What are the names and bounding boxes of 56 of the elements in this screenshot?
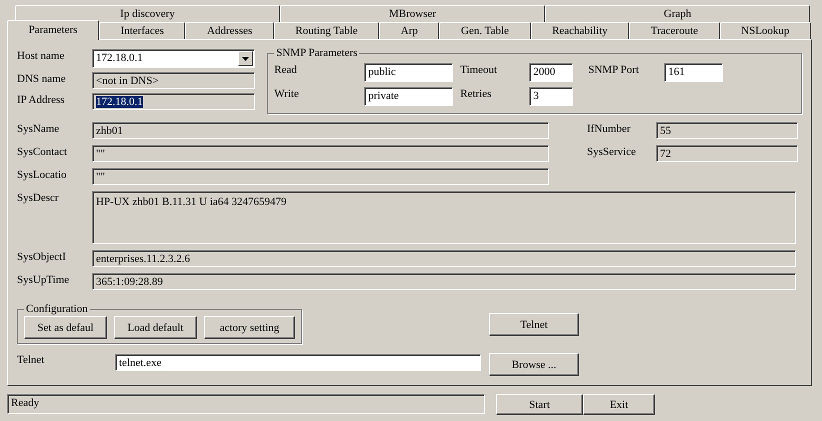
input-field[interactable]: 3 <box>529 87 574 106</box>
tab[interactable]: Gen. Table <box>439 22 530 39</box>
text-field[interactable]: "" <box>92 145 549 162</box>
field-label: IfNumber <box>587 122 632 136</box>
telnet-button[interactable]: Telnet <box>489 313 579 336</box>
host-combo-box[interactable]: 172.18.0.1 <box>92 49 255 68</box>
field-label: Read <box>274 63 298 77</box>
tab[interactable]: Ip discovery <box>15 5 280 22</box>
config-button[interactable]: Set as defaul <box>24 316 107 339</box>
tab[interactable]: Graph <box>545 5 810 22</box>
tab[interactable]: Reachability <box>530 22 630 39</box>
text-field[interactable]: enterprises.11.2.3.2.6 <box>92 250 796 267</box>
tab[interactable]: MBrowser <box>280 5 545 22</box>
input-field[interactable]: telnet.exe <box>115 354 481 371</box>
tab[interactable]: NSLookup <box>720 22 811 39</box>
field-label: SysUpTime <box>17 273 70 287</box>
browse-button[interactable]: Browse ... <box>489 353 579 376</box>
group-title: Configuration <box>25 303 89 315</box>
text-field[interactable]: <not in DNS> <box>92 72 255 89</box>
input-field[interactable]: public <box>364 63 454 82</box>
tab[interactable]: Parameters <box>7 20 99 40</box>
tab[interactable]: Addresses <box>185 22 274 39</box>
config-button[interactable]: Load default <box>114 316 197 339</box>
input-field[interactable]: private <box>364 87 454 106</box>
field-label: SNMP Port <box>588 63 640 77</box>
status-bar: Ready <box>7 394 485 414</box>
text-field[interactable]: zhb01 <box>92 122 549 139</box>
tab[interactable]: Arp <box>379 22 440 39</box>
input-field[interactable]: 161 <box>664 63 724 82</box>
field-label: Retries <box>460 87 492 101</box>
text-field[interactable]: 55 <box>656 122 798 139</box>
dialog-button[interactable]: Start <box>496 394 583 415</box>
field-label: SysLocatio <box>17 168 68 182</box>
text-field[interactable]: 172.18.0.1 <box>92 93 255 110</box>
field-label: Telnet <box>17 353 46 367</box>
field-label: SysDescr <box>17 191 60 205</box>
field-label: Write <box>274 87 300 101</box>
field-label: SysService <box>587 145 637 159</box>
field-label: Timeout <box>460 63 498 77</box>
field-label: SysName <box>17 122 60 136</box>
field-label: SysContact <box>17 145 68 159</box>
tab[interactable]: Traceroute <box>629 22 720 39</box>
text-field[interactable]: HP-UX zhb01 B.11.31 U ia64 3247659479 <box>92 191 796 244</box>
field-label: IP Address <box>17 93 66 107</box>
tab[interactable]: Interfaces <box>99 22 186 39</box>
field-label: Host name <box>17 49 66 63</box>
text-field[interactable]: 365:1:09:28.89 <box>92 273 796 290</box>
field-label: SysObjectI <box>17 250 67 264</box>
tab[interactable]: Routing Table <box>274 22 380 39</box>
field-label: DNS name <box>17 72 67 86</box>
text-field[interactable]: 72 <box>656 145 798 162</box>
text-field[interactable]: "" <box>92 168 549 185</box>
group-title: SNMP Parameters <box>275 47 358 59</box>
dialog-button[interactable]: Exit <box>583 394 655 415</box>
input-field[interactable]: 2000 <box>529 63 574 82</box>
config-button[interactable]: actory setting <box>204 316 295 339</box>
